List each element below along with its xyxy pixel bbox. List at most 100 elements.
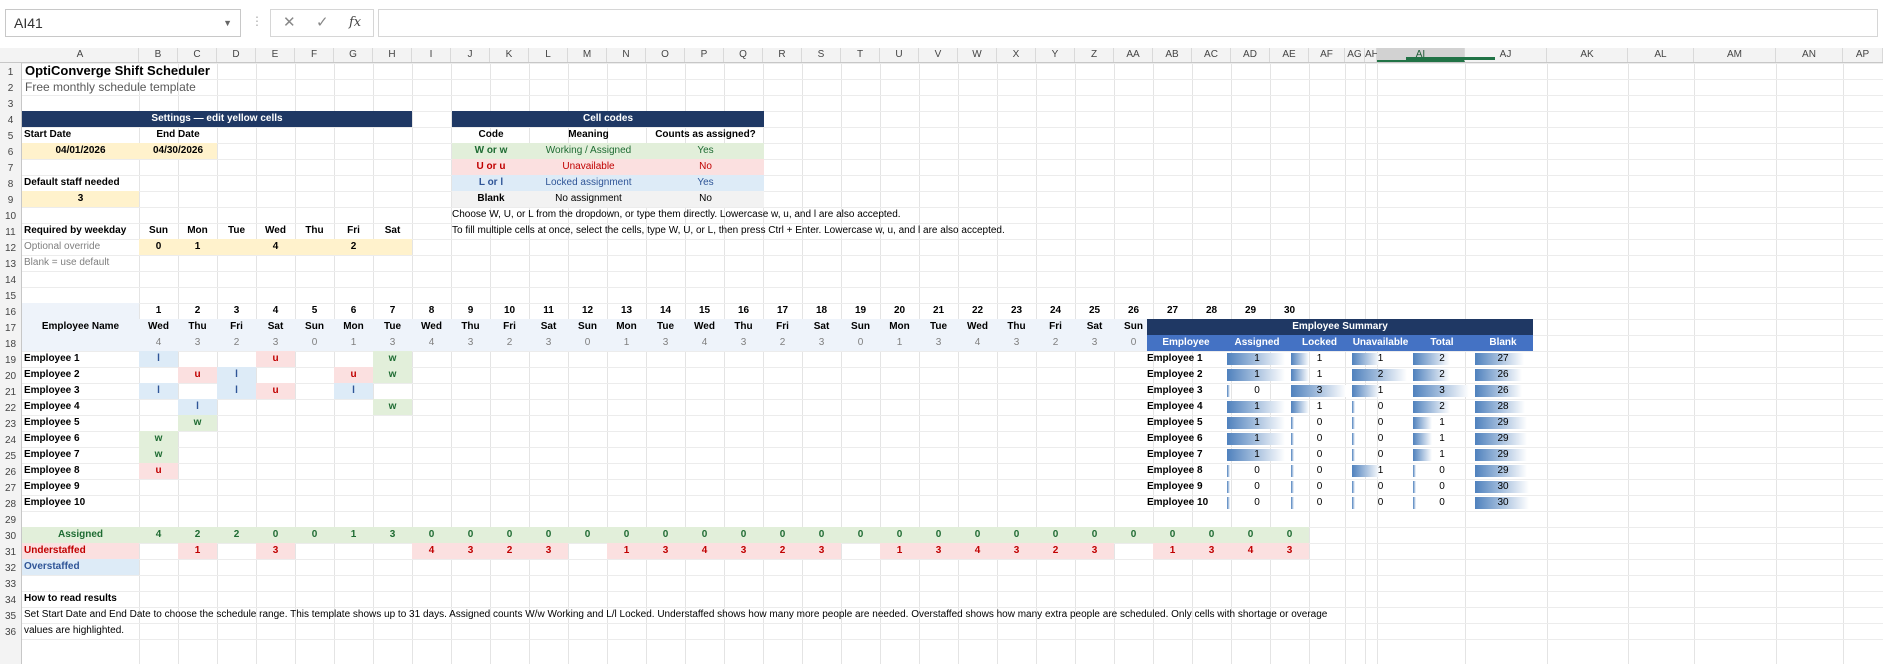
column-header-v[interactable]: V bbox=[919, 48, 958, 62]
summary-blank[interactable]: 29 bbox=[1473, 415, 1533, 431]
weekday-override-tue[interactable] bbox=[217, 239, 256, 255]
overstaffed-label[interactable]: Overstaffed bbox=[22, 559, 139, 575]
understaffed-count[interactable]: 2 bbox=[1036, 543, 1075, 559]
day-required[interactable]: 3 bbox=[256, 335, 295, 351]
code-counts-1[interactable]: Yes bbox=[647, 143, 764, 159]
day-weekday[interactable]: Sun bbox=[568, 319, 607, 335]
assigned-count[interactable]: 0 bbox=[1231, 527, 1270, 543]
day-number[interactable]: 17 bbox=[763, 303, 802, 319]
schedule-mark[interactable]: l bbox=[334, 383, 373, 399]
understaffed-count[interactable]: 3 bbox=[997, 543, 1036, 559]
column-header-ah[interactable]: AH bbox=[1365, 48, 1379, 62]
weekday-override-sat[interactable] bbox=[373, 239, 412, 255]
schedule-mark[interactable]: l bbox=[178, 399, 217, 415]
row-header-14[interactable]: 14 bbox=[0, 273, 21, 289]
row-header-36[interactable]: 36 bbox=[0, 625, 21, 641]
column-header-q[interactable]: Q bbox=[724, 48, 763, 62]
assigned-count[interactable]: 3 bbox=[373, 527, 412, 543]
row-header-21[interactable]: 21 bbox=[0, 385, 21, 401]
row-header-7[interactable]: 7 bbox=[0, 161, 21, 177]
column-header-a[interactable]: A bbox=[22, 48, 139, 62]
summary-employee[interactable]: Employee 7 bbox=[1147, 447, 1225, 463]
schedule-mark[interactable]: u bbox=[256, 351, 295, 367]
summary-assigned[interactable]: 0 bbox=[1225, 479, 1289, 495]
summary-employee[interactable]: Employee 2 bbox=[1147, 367, 1225, 383]
summary-unavailable[interactable]: 0 bbox=[1350, 495, 1411, 511]
summary-unavailable[interactable]: 1 bbox=[1350, 463, 1411, 479]
understaffed-count[interactable]: 3 bbox=[919, 543, 958, 559]
summary-unavailable[interactable]: 0 bbox=[1350, 415, 1411, 431]
assigned-count[interactable]: 0 bbox=[919, 527, 958, 543]
summary-total[interactable]: 1 bbox=[1411, 447, 1473, 463]
assigned-count[interactable]: 0 bbox=[958, 527, 997, 543]
day-number[interactable]: 13 bbox=[607, 303, 646, 319]
day-weekday[interactable]: Sun bbox=[295, 319, 334, 335]
day-weekday[interactable]: Wed bbox=[412, 319, 451, 335]
assigned-count[interactable]: 0 bbox=[685, 527, 724, 543]
assigned-count[interactable]: 2 bbox=[178, 527, 217, 543]
day-required[interactable]: 3 bbox=[919, 335, 958, 351]
understaffed-count[interactable]: 3 bbox=[451, 543, 490, 559]
assigned-count[interactable]: 0 bbox=[997, 527, 1036, 543]
schedule-mark[interactable]: u bbox=[256, 383, 295, 399]
schedule-mark[interactable]: u bbox=[178, 367, 217, 383]
code-meaning-4[interactable]: No assignment bbox=[530, 191, 647, 207]
summary-blank[interactable]: 30 bbox=[1473, 479, 1533, 495]
day-number[interactable]: 27 bbox=[1153, 303, 1192, 319]
summary-employee[interactable]: Employee 8 bbox=[1147, 463, 1225, 479]
day-required[interactable]: 1 bbox=[607, 335, 646, 351]
summary-assigned[interactable]: 1 bbox=[1225, 367, 1289, 383]
weekday-override-wed[interactable]: 4 bbox=[256, 239, 295, 255]
column-header-ak[interactable]: AK bbox=[1547, 48, 1628, 62]
day-required[interactable]: 3 bbox=[178, 335, 217, 351]
day-required[interactable]: 2 bbox=[1036, 335, 1075, 351]
summary-total[interactable]: 2 bbox=[1411, 367, 1473, 383]
schedule-mark[interactable]: w bbox=[139, 431, 178, 447]
day-weekday[interactable]: Sat bbox=[529, 319, 568, 335]
assigned-count[interactable]: 0 bbox=[802, 527, 841, 543]
column-header-f[interactable]: F bbox=[295, 48, 334, 62]
employee-name[interactable]: Employee 7 bbox=[22, 447, 139, 463]
weekday-header-mon[interactable]: Mon bbox=[178, 223, 217, 239]
row-header-31[interactable]: 31 bbox=[0, 545, 21, 561]
weekday-header-sat[interactable]: Sat bbox=[373, 223, 412, 239]
column-header-w[interactable]: W bbox=[958, 48, 997, 62]
code-2[interactable]: U or u bbox=[452, 159, 530, 175]
column-header-e[interactable]: E bbox=[256, 48, 295, 62]
employee-name[interactable]: Employee 9 bbox=[22, 479, 139, 495]
day-number[interactable]: 29 bbox=[1231, 303, 1270, 319]
assigned-count[interactable]: 0 bbox=[1036, 527, 1075, 543]
weekday-header-tue[interactable]: Tue bbox=[217, 223, 256, 239]
day-number[interactable]: 26 bbox=[1114, 303, 1153, 319]
summary-blank[interactable]: 26 bbox=[1473, 383, 1533, 399]
schedule-mark[interactable]: l bbox=[217, 383, 256, 399]
day-weekday[interactable]: Fri bbox=[763, 319, 802, 335]
column-header-al[interactable]: AL bbox=[1628, 48, 1694, 62]
chevron-down-icon[interactable]: ▼ bbox=[223, 10, 232, 36]
assigned-count[interactable]: 0 bbox=[256, 527, 295, 543]
day-number[interactable]: 15 bbox=[685, 303, 724, 319]
summary-col-assigned[interactable]: Assigned bbox=[1225, 335, 1289, 351]
column-header-p[interactable]: P bbox=[685, 48, 724, 62]
summary-locked[interactable]: 0 bbox=[1289, 431, 1350, 447]
column-header-ac[interactable]: AC bbox=[1192, 48, 1231, 62]
summary-col-unavailable[interactable]: Unavailable bbox=[1350, 335, 1411, 351]
day-required[interactable]: 3 bbox=[997, 335, 1036, 351]
function-icon[interactable]: fx bbox=[349, 15, 361, 30]
column-header-n[interactable]: N bbox=[607, 48, 646, 62]
day-required[interactable]: 4 bbox=[139, 335, 178, 351]
formula-input[interactable] bbox=[378, 9, 1878, 37]
day-number[interactable]: 30 bbox=[1270, 303, 1309, 319]
day-required[interactable]: 1 bbox=[880, 335, 919, 351]
day-weekday[interactable]: Tue bbox=[373, 319, 412, 335]
summary-blank[interactable]: 27 bbox=[1473, 351, 1533, 367]
summary-unavailable[interactable]: 0 bbox=[1350, 479, 1411, 495]
assigned-count[interactable]: 0 bbox=[763, 527, 802, 543]
code-counts-3[interactable]: Yes bbox=[647, 175, 764, 191]
blank-default-label[interactable]: Blank = use default bbox=[22, 255, 139, 271]
row-header-15[interactable]: 15 bbox=[0, 289, 21, 305]
day-number[interactable]: 23 bbox=[997, 303, 1036, 319]
summary-employee[interactable]: Employee 4 bbox=[1147, 399, 1225, 415]
understaffed-count[interactable]: 1 bbox=[178, 543, 217, 559]
assigned-count[interactable]: 0 bbox=[529, 527, 568, 543]
